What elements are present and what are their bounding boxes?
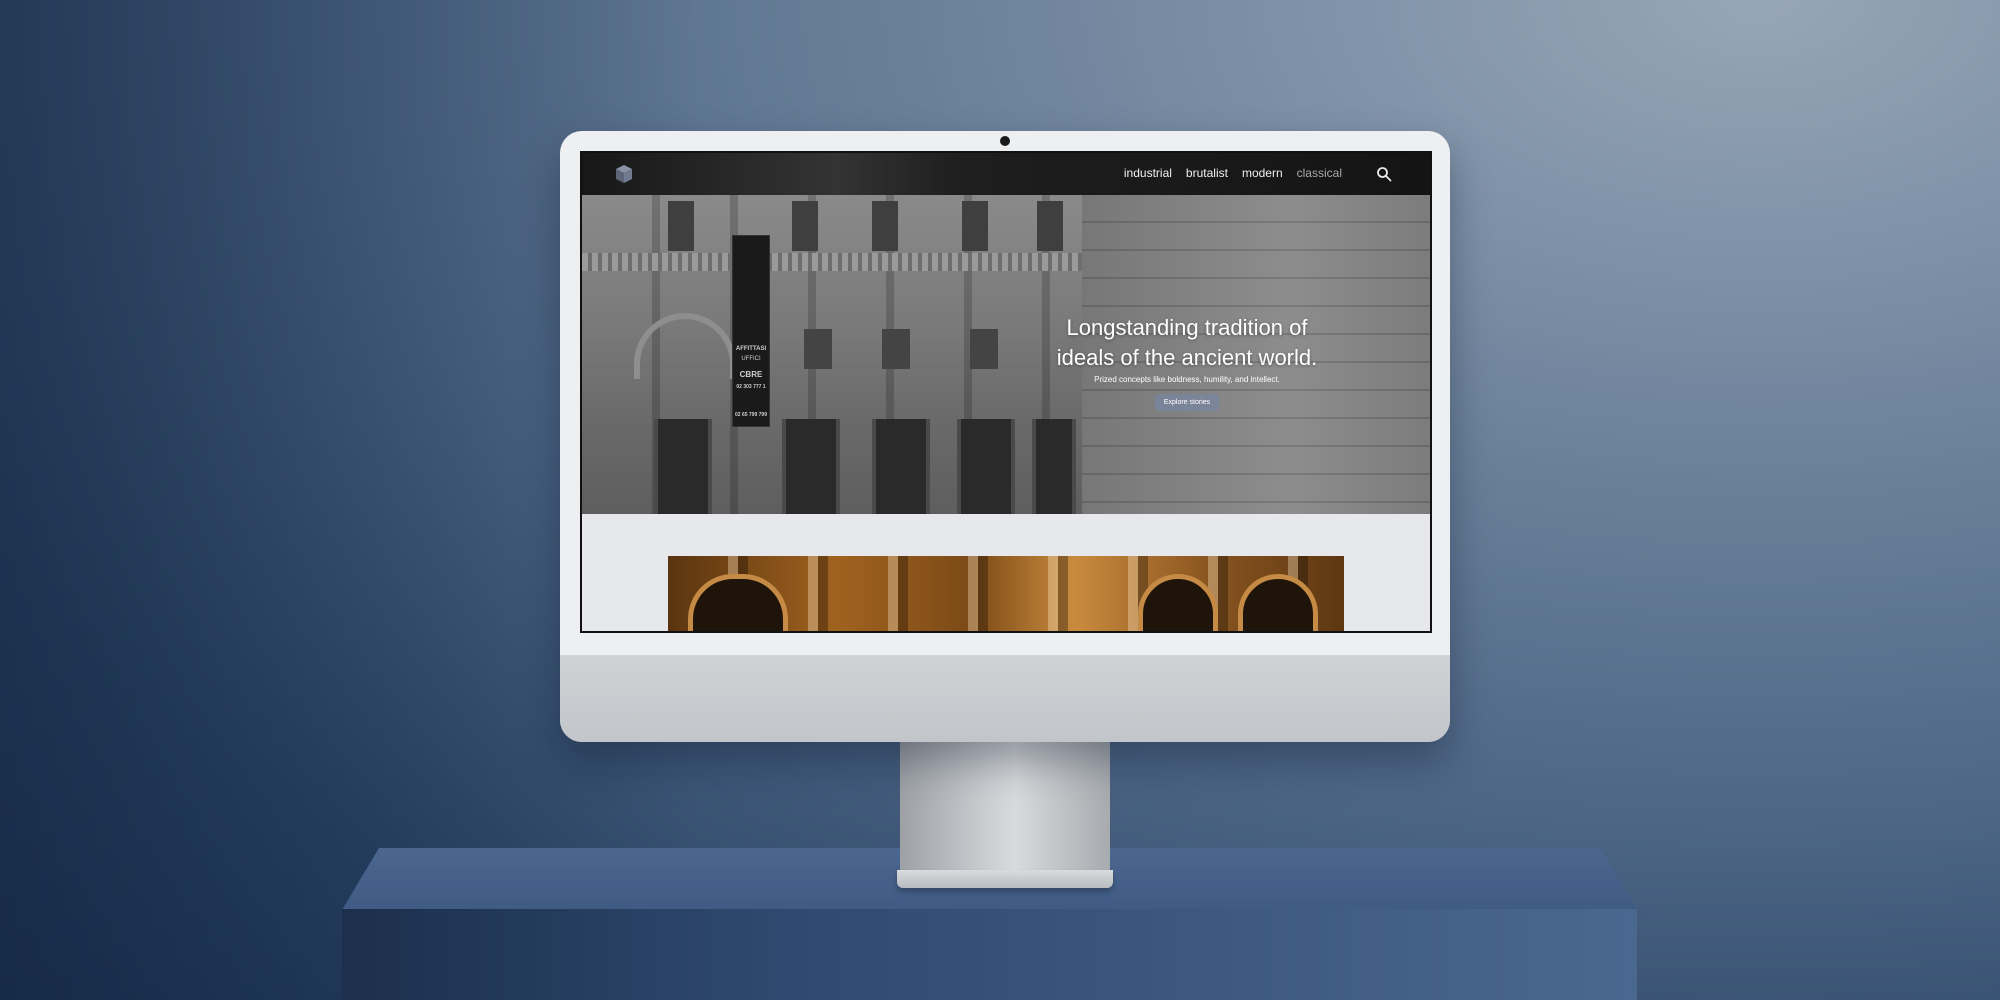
site-navbar: industrial brutalist modern classical — [582, 153, 1430, 195]
hero-title-line1: Longstanding tradition of — [1066, 315, 1308, 340]
hero-title-line2: ideals of the ancient world. — [1056, 345, 1318, 370]
cube-logo-icon[interactable] — [614, 164, 634, 184]
facade-arch-decor — [1138, 574, 1218, 631]
hero-balcony-decor — [582, 253, 1082, 271]
monitor-stand-foot — [897, 870, 1113, 888]
hero-window-decor — [654, 419, 712, 514]
facade-arch-decor — [688, 574, 788, 631]
screen: industrial brutalist modern classical AF… — [580, 151, 1432, 633]
pedestal-front — [342, 909, 1637, 1000]
hero-subtitle: Prized concepts like boldness, humility,… — [1094, 375, 1280, 384]
nav-link-brutalist[interactable]: brutalist — [1186, 166, 1228, 180]
search-icon[interactable] — [1376, 166, 1392, 182]
hero-window-decor — [970, 329, 998, 369]
explore-stories-button[interactable]: Explore stories — [1154, 394, 1220, 411]
banner-line: UFFICI — [741, 356, 761, 362]
hero-section: AFFITTASI UFFICI CBRE 02 303 777 1 02 65… — [582, 195, 1430, 514]
hero-office-banner: AFFITTASI UFFICI CBRE 02 303 777 1 02 65… — [732, 235, 770, 427]
hero-window-decor — [804, 329, 832, 369]
monitor: industrial brutalist modern classical AF… — [560, 131, 1450, 742]
hero-window-decor — [792, 201, 818, 251]
monitor-stand — [900, 740, 1110, 878]
hero-window-decor — [962, 201, 988, 251]
banner-line: AFFITTASI — [735, 346, 767, 352]
hero-window-decor — [1032, 419, 1076, 514]
hero-window-decor — [782, 419, 840, 514]
hero-window-decor — [872, 419, 930, 514]
nav-links: industrial brutalist modern classical — [1124, 166, 1342, 180]
banner-line: 02 303 777 1 — [736, 384, 766, 390]
hero-window-decor — [1037, 201, 1063, 251]
banner-line: 02 65 799 799 — [735, 412, 767, 418]
nav-link-industrial[interactable]: industrial — [1124, 166, 1172, 180]
camera-dot — [1000, 136, 1010, 146]
content-section — [582, 514, 1430, 631]
hero-window-decor — [872, 201, 898, 251]
hero-text-block: Longstanding tradition of ideals of the … — [1042, 313, 1332, 411]
nav-link-classical[interactable]: classical — [1297, 166, 1342, 180]
banner-line: CBRE — [739, 370, 763, 379]
hero-window-decor — [882, 329, 910, 369]
hero-window-decor — [668, 201, 694, 251]
nav-link-modern[interactable]: modern — [1242, 166, 1283, 180]
hero-arch-decor — [634, 313, 736, 379]
classical-facade-image[interactable] — [668, 556, 1344, 631]
monitor-chin — [560, 655, 1450, 742]
hero-window-decor — [957, 419, 1015, 514]
facade-arch-decor — [1238, 574, 1318, 631]
